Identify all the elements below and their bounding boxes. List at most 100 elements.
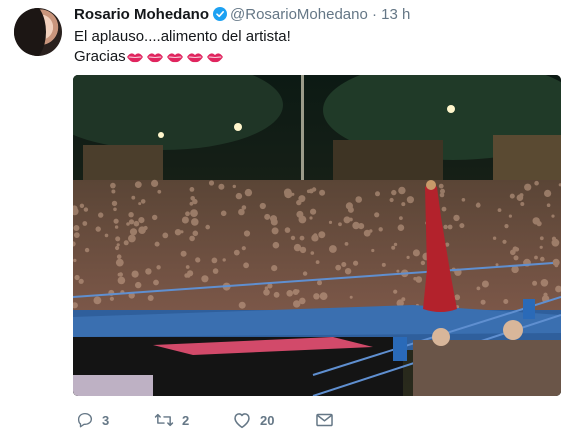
- crowd-figure: [461, 198, 466, 202]
- crowd-figure: [286, 290, 293, 297]
- crowd-figure: [98, 212, 104, 218]
- crowd-figure: [205, 224, 210, 230]
- crowd-figure: [476, 286, 481, 291]
- crowd-figure: [263, 289, 270, 296]
- crowd-figure: [284, 227, 291, 233]
- crowd-figure: [480, 299, 486, 305]
- crowd-figure: [134, 181, 142, 188]
- crowd-figure: [196, 258, 201, 263]
- tweet-photo[interactable]: [73, 75, 561, 396]
- crowd-figure: [111, 189, 116, 194]
- crowd-figure: [140, 199, 146, 204]
- crowd-figure: [378, 227, 383, 232]
- crowd-figure: [540, 279, 549, 287]
- crowd-figure: [238, 301, 246, 309]
- timestamp[interactable]: 13 h: [381, 6, 410, 23]
- crowd-figure: [73, 258, 77, 263]
- tweet-text-gracias: Gracias: [74, 48, 126, 65]
- reply-button[interactable]: 3: [76, 409, 109, 431]
- crowd-figure: [185, 265, 190, 269]
- crowd-figure: [208, 180, 215, 186]
- crowd-figure: [509, 193, 515, 199]
- crowd-figure: [495, 263, 499, 267]
- crowd-figure: [344, 242, 349, 246]
- crowd-figure: [319, 189, 326, 196]
- crowd-figure: [147, 295, 154, 301]
- crowd-figure: [551, 214, 555, 218]
- crowd-figure: [513, 255, 519, 261]
- crowd-figure: [396, 269, 400, 273]
- crowd-figure: [73, 225, 80, 231]
- crowd-figure: [131, 195, 136, 200]
- crowd-figure: [244, 188, 253, 197]
- direct-message-button[interactable]: [315, 409, 342, 431]
- crowd-figure: [401, 297, 406, 302]
- crowd-figure: [162, 232, 169, 239]
- crowd-figure: [189, 235, 195, 242]
- crowd-figure: [145, 268, 152, 275]
- crowd-figure: [264, 213, 271, 220]
- crowd-figure: [212, 268, 219, 274]
- tweet-header: Rosario Mohedano @RosarioMohedano · 13 h: [74, 6, 410, 24]
- like-count: 20: [260, 412, 275, 428]
- crowd-figure: [128, 212, 134, 218]
- crowd-figure: [115, 236, 121, 242]
- crowd-figure: [510, 249, 516, 256]
- crowd-figure: [110, 182, 116, 189]
- crowd-figure: [353, 260, 359, 266]
- crowd-figure: [344, 268, 352, 275]
- user-handle[interactable]: @RosarioMohedano: [230, 6, 368, 23]
- crowd-figure: [296, 199, 302, 206]
- tweet-text-line-1: El aplauso....alimento del artista!: [74, 28, 291, 45]
- crowd-figure: [412, 249, 420, 257]
- crowd-figure: [298, 215, 307, 224]
- crowd-figure: [401, 202, 406, 207]
- crowd-figure: [543, 292, 548, 297]
- crowd-figure: [534, 255, 538, 260]
- crowd-figure: [273, 291, 280, 298]
- crowd-figure: [187, 270, 194, 277]
- crowd-figure: [393, 289, 398, 294]
- tweet[interactable]: Rosario Mohedano @RosarioMohedano · 13 h …: [0, 0, 588, 437]
- crowd-figure: [78, 280, 82, 284]
- crowd-figure: [399, 216, 403, 221]
- crowd-figure: [123, 240, 129, 246]
- crowd-figure: [243, 230, 251, 237]
- crowd-figure: [374, 212, 380, 218]
- retweet-count: 2: [182, 412, 190, 428]
- crowd-figure: [157, 189, 162, 194]
- crowd-figure: [116, 243, 120, 247]
- crowd-figure: [128, 219, 135, 225]
- crowd-figure: [349, 295, 353, 299]
- avatar[interactable]: [14, 8, 62, 56]
- crowd-figure: [406, 196, 414, 204]
- crowd-figure: [516, 194, 524, 201]
- crowd-figure: [544, 189, 552, 197]
- crowd-figure: [191, 218, 199, 226]
- crowd-figure: [241, 246, 246, 251]
- crowd-figure: [232, 184, 236, 189]
- kiss-emoji-row: [126, 48, 226, 65]
- like-button[interactable]: 20: [232, 409, 274, 431]
- crowd-figure: [241, 205, 247, 210]
- crowd-figure: [299, 235, 305, 241]
- crowd-figure: [318, 231, 326, 239]
- crowd-figure: [415, 276, 423, 283]
- crowd-figure: [497, 208, 502, 213]
- crowd-figure: [83, 207, 89, 212]
- crowd-figure: [153, 279, 159, 286]
- crowd-figure: [113, 218, 119, 224]
- crowd-figure: [551, 238, 560, 247]
- crowd-figure: [192, 230, 199, 237]
- kiss-emoji-icon: [126, 53, 143, 63]
- crowd-figure: [397, 224, 405, 231]
- crowd-figure: [309, 216, 313, 220]
- crowd-figure: [270, 218, 278, 226]
- retweet-icon: [154, 413, 174, 427]
- tweet-actions: 3 2 20: [74, 409, 554, 431]
- crowd-figure: [341, 262, 347, 267]
- retweet-button[interactable]: 2: [154, 409, 189, 431]
- crowd-figure: [338, 222, 342, 227]
- crowd-figure: [393, 242, 398, 247]
- display-name[interactable]: Rosario Mohedano: [74, 6, 209, 23]
